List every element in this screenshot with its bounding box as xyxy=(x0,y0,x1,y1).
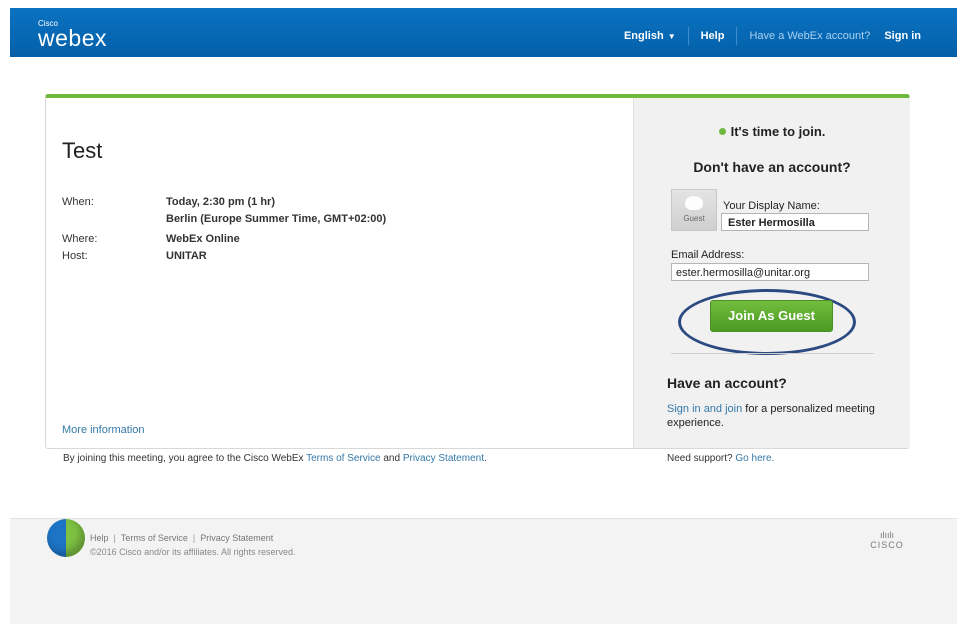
sign-in-prompt: Sign in and join for a personalized meet… xyxy=(667,402,889,430)
have-account-heading: Have an account? xyxy=(667,375,787,391)
meeting-title: Test xyxy=(62,138,103,163)
user-silhouette-icon xyxy=(685,196,703,210)
footer-links: Help | Terms of Service | Privacy Statement xyxy=(90,533,273,543)
timezone-value: Berlin (Europe Summer Time, GMT+02:00) xyxy=(166,213,387,225)
language-select[interactable]: English ▼ xyxy=(624,30,676,42)
terms-of-service-link[interactable]: Terms of Service xyxy=(306,453,380,464)
guest-avatar: Guest xyxy=(671,189,717,231)
nav-divider xyxy=(736,27,738,45)
nav-divider xyxy=(687,27,689,45)
support-text: Need support? Go here. xyxy=(667,453,774,464)
meeting-card: Test When: Today, 2:30 pm (1 hr) Berlin … xyxy=(45,94,910,449)
footer-divider: | xyxy=(113,533,116,543)
language-label: English xyxy=(623,30,664,42)
more-information-link[interactable]: More information xyxy=(62,424,145,436)
avatar-label: Guest xyxy=(683,214,705,223)
join-panel: It's time to join. Don't have an account… xyxy=(633,98,910,448)
sign-in-link[interactable]: Sign in xyxy=(884,30,921,42)
status-dot-icon xyxy=(718,128,726,135)
help-link[interactable]: Help xyxy=(701,30,725,42)
cisco-bars-icon: ılıılı xyxy=(879,530,894,540)
when-value: Today, 2:30 pm (1 hr) xyxy=(166,196,276,208)
agreement-middle: and xyxy=(380,453,403,464)
agreement-suffix: . xyxy=(483,453,487,464)
sign-in-and-join-link[interactable]: Sign in and join xyxy=(667,403,742,415)
email-input[interactable]: ester.hermosilla@unitar.org xyxy=(671,263,869,281)
cisco-wordmark: CISCO xyxy=(870,540,904,550)
footer-terms-link[interactable]: Terms of Service xyxy=(121,533,188,543)
cisco-logo: ılıılı CISCO xyxy=(867,530,907,551)
when-label: When: xyxy=(62,196,94,208)
webex-globe-icon xyxy=(47,519,85,557)
top-nav: English ▼ Help Have a WebEx account? Sign… xyxy=(624,27,921,45)
time-to-join-text: It's time to join. xyxy=(730,124,826,139)
footer: Help | Terms of Service | Privacy Statement … xyxy=(10,518,957,624)
support-prefix: Need support? xyxy=(667,453,736,464)
copyright-text: ©2016 Cisco and/or its affiliates. All r… xyxy=(90,547,296,557)
join-as-guest-button[interactable]: Join As Guest xyxy=(710,300,833,332)
chevron-down-icon: ▼ xyxy=(667,32,676,41)
logo-webex-text: webex xyxy=(38,25,107,51)
where-value: WebEx Online xyxy=(166,233,240,245)
host-label: Host: xyxy=(62,250,88,262)
email-label: Email Address: xyxy=(671,249,745,261)
host-value: UNITAR xyxy=(166,250,207,262)
privacy-statement-link[interactable]: Privacy Statement xyxy=(403,453,484,464)
display-name-label: Your Display Name: xyxy=(723,200,820,212)
time-to-join: It's time to join. xyxy=(634,124,910,139)
agreement-prefix: By joining this meeting, you agree to th… xyxy=(63,453,307,464)
support-link[interactable]: Go here. xyxy=(735,453,774,464)
have-account-text: Have a WebEx account? xyxy=(749,30,871,42)
where-label: Where: xyxy=(62,233,98,245)
top-bar: Cisco webex English ▼ Help Have a WebEx a… xyxy=(10,8,957,57)
display-name-input[interactable]: Ester Hermosilla xyxy=(721,213,869,231)
no-account-heading: Don't have an account? xyxy=(693,159,851,175)
agreement-text: By joining this meeting, you agree to th… xyxy=(63,453,487,464)
footer-help-link[interactable]: Help xyxy=(90,533,109,543)
footer-privacy-link[interactable]: Privacy Statement xyxy=(200,533,273,543)
footer-divider: | xyxy=(192,533,196,543)
panel-divider xyxy=(671,353,874,354)
